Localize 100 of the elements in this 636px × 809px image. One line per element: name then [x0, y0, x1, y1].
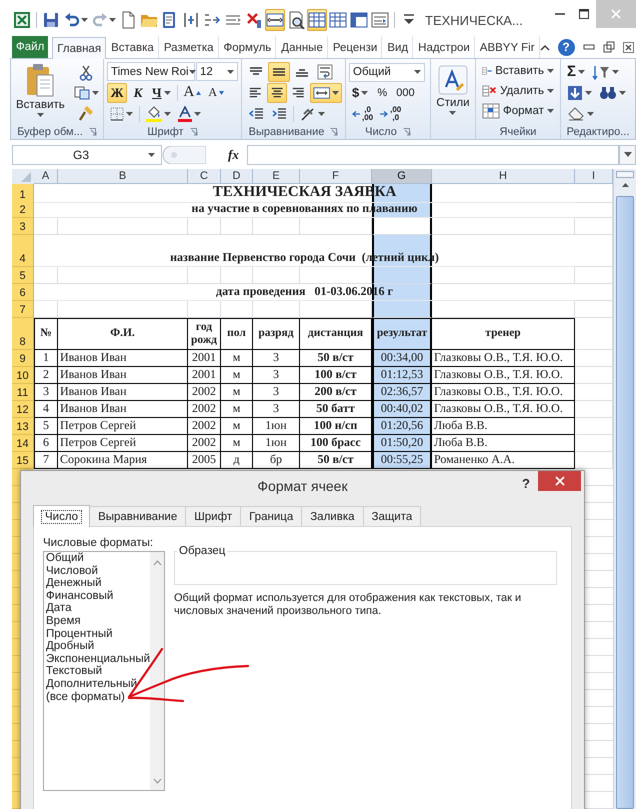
row-header[interactable]: 6: [12, 284, 34, 301]
table-cell[interactable]: 3: [253, 350, 300, 367]
list-item[interactable]: Процентный: [44, 628, 113, 640]
table-cell[interactable]: 01:12,53: [372, 367, 432, 384]
table-cell[interactable]: 00:40,02: [372, 401, 432, 418]
table-cell[interactable]: 2002: [188, 418, 221, 435]
column-heading[interactable]: пол: [221, 318, 253, 350]
file-tab[interactable]: Файл: [12, 36, 48, 58]
row-header[interactable]: 12: [12, 401, 34, 418]
column-header[interactable]: B: [58, 169, 188, 184]
table-cell[interactable]: м: [221, 384, 253, 401]
column-heading[interactable]: №: [34, 318, 58, 350]
table-cell[interactable]: Иванов Иван: [58, 367, 188, 384]
table-cell[interactable]: 00:55,25: [372, 452, 432, 469]
column-heading[interactable]: результат: [372, 318, 432, 350]
row-header[interactable]: 13: [12, 418, 34, 435]
row-header[interactable]: 15: [12, 452, 34, 469]
row-header[interactable]: 10: [12, 367, 34, 384]
table-cell[interactable]: Глазковы О.В., Т.Я. Ю.О.: [432, 401, 575, 418]
table-cell[interactable]: 2002: [188, 401, 221, 418]
row-header[interactable]: 9: [12, 350, 34, 367]
row-header[interactable]: 4: [12, 235, 34, 267]
table-cell[interactable]: Глазковы О.В., Т.Я. Ю.О.: [432, 367, 575, 384]
table-cell[interactable]: 1юн: [253, 418, 300, 435]
styles-button[interactable]: Стили: [434, 61, 472, 117]
list-item[interactable]: Время: [44, 614, 81, 628]
table-cell[interactable]: 4: [34, 401, 58, 418]
table-cell[interactable]: м: [221, 435, 253, 452]
help-button[interactable]: ?: [522, 476, 530, 491]
list-item[interactable]: (все форматы): [44, 690, 125, 704]
number-format-field[interactable]: Общий: [349, 62, 425, 82]
italic-button[interactable]: К: [128, 82, 148, 102]
table-cell[interactable]: 3: [253, 384, 300, 401]
row-header[interactable]: 3: [12, 218, 34, 235]
column-header[interactable]: A: [34, 169, 58, 184]
bold-button[interactable]: Ж: [107, 82, 127, 102]
row-header[interactable]: 8: [12, 318, 34, 350]
table-cell[interactable]: м: [221, 367, 253, 384]
currency-button[interactable]: $: [349, 82, 372, 102]
table-cell[interactable]: Иванов Иван: [58, 401, 188, 418]
row-header[interactable]: 5: [12, 267, 34, 284]
row-header[interactable]: 7: [12, 301, 34, 318]
delete-cells-button[interactable]: Удалить: [479, 81, 557, 101]
column-heading[interactable]: тренер: [432, 318, 575, 350]
dialog-tab[interactable]: Граница: [240, 506, 302, 526]
table-cell[interactable]: м: [221, 418, 253, 435]
shrink-font-button[interactable]: A: [205, 82, 228, 102]
autosum-button[interactable]: Σ: [564, 62, 588, 82]
table-cell[interactable]: Иванов Иван: [58, 350, 188, 367]
table-cell[interactable]: 01:50,20: [372, 435, 432, 452]
table-cell[interactable]: Петров Сергей: [58, 418, 188, 435]
insert-cells-button[interactable]: Вставить: [479, 61, 557, 81]
table-cell[interactable]: 5: [34, 418, 58, 435]
column-heading[interactable]: Ф.И.: [58, 318, 188, 350]
thousands-button[interactable]: 000: [393, 82, 418, 102]
decrease-decimal-button[interactable]: ,00 ,0: [377, 104, 404, 124]
dialog-tab[interactable]: Выравнивание: [89, 506, 186, 526]
table-cell[interactable]: 02:36,57: [372, 384, 432, 401]
table-cell[interactable]: 00:34,00: [372, 350, 432, 367]
column-heading[interactable]: разряд: [253, 318, 300, 350]
dialog-tab[interactable]: Число: [33, 505, 90, 527]
table-cell[interactable]: 2: [34, 367, 58, 384]
underline-button[interactable]: Ч: [149, 82, 174, 102]
name-box[interactable]: G3: [12, 144, 162, 164]
table-cell[interactable]: Глазковы О.В., Т.Я. Ю.О.: [432, 350, 575, 367]
row-header[interactable]: 2: [12, 201, 34, 218]
grow-font-button[interactable]: A: [180, 82, 204, 102]
format-cells-button[interactable]: Формат: [479, 101, 557, 121]
table-cell[interactable]: 6: [34, 435, 58, 452]
increase-decimal-button[interactable]: ,0 ,00: [349, 104, 376, 124]
table-cell[interactable]: 2002: [188, 384, 221, 401]
table-cell[interactable]: 2002: [188, 435, 221, 452]
format-list[interactable]: Общий Числовой Денежный Финансовый Дата Время Процентный Дробный Экспоненциальный Текстовый Дополнительный (все форматы): [43, 551, 165, 791]
table-cell[interactable]: 2001: [188, 350, 221, 367]
list-item[interactable]: Дополнительный: [44, 678, 138, 691]
table-cell[interactable]: 3: [253, 367, 300, 384]
list-item[interactable]: Денежный: [44, 577, 102, 590]
table-cell[interactable]: Люба В.В.: [432, 435, 575, 452]
font-size-field[interactable]: 12: [196, 62, 238, 81]
dialog-tab[interactable]: Заливка: [301, 506, 364, 526]
table-cell[interactable]: 3: [253, 401, 300, 418]
table-cell[interactable]: Петров Сергей: [58, 435, 188, 452]
table-cell[interactable]: Глазковы О.В., Т.Я. Ю.О.: [432, 384, 575, 401]
insert-function-button[interactable]: fx: [228, 146, 239, 162]
table-cell[interactable]: 2001: [188, 367, 221, 384]
list-item[interactable]: Числовой: [44, 564, 98, 578]
row-header[interactable]: 11: [12, 384, 34, 401]
list-item[interactable]: Общий: [44, 552, 84, 565]
table-cell[interactable]: 01:20,56: [372, 418, 432, 435]
table-cell[interactable]: Люба В.В.: [432, 418, 575, 435]
help-button[interactable]: ?: [558, 38, 575, 56]
dialog-tab[interactable]: Шрифт: [185, 506, 242, 526]
table-cell[interactable]: 3: [34, 384, 58, 401]
percent-button[interactable]: %: [372, 82, 392, 102]
list-item[interactable]: Текстовый: [44, 665, 102, 678]
table-cell[interactable]: Иванов Иван: [58, 384, 188, 401]
list-item[interactable]: Финансовый: [44, 590, 114, 602]
column-header[interactable]: D: [221, 169, 253, 184]
row-header[interactable]: 14: [12, 435, 34, 452]
column-header[interactable]: G: [372, 169, 432, 184]
